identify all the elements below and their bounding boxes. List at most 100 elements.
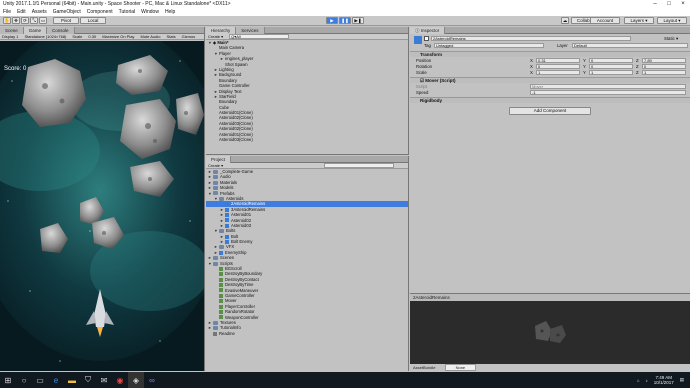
menu-file[interactable]: File: [0, 9, 14, 15]
menu-assets[interactable]: Assets: [29, 9, 50, 15]
step-button[interactable]: ▶❚: [352, 17, 364, 24]
hierarchy-item-label: Asteroid03(Clone): [219, 120, 253, 126]
account-button[interactable]: Account: [590, 17, 620, 24]
asteroid-remains-preview[interactable]: [410, 301, 690, 365]
volume-icon[interactable]: ♪: [645, 378, 647, 383]
tab-scene[interactable]: Scene: [0, 27, 24, 34]
hierarchy-item[interactable]: Asteroid03(Clone): [206, 137, 408, 142]
transform-rotation-z-field[interactable]: 0: [642, 64, 686, 69]
mover-header[interactable]: ☑ Mover (Script): [410, 77, 690, 83]
maximize-toggle[interactable]: Maximize On Play: [102, 34, 134, 39]
tab-services[interactable]: Services: [236, 27, 265, 34]
script-icon: [219, 315, 223, 320]
menu-edit[interactable]: Edit: [14, 9, 29, 15]
network-icon[interactable]: ⌂: [637, 378, 640, 383]
file-explorer-icon[interactable]: ▬: [64, 372, 80, 388]
project-search-input[interactable]: [324, 163, 394, 168]
store-icon[interactable]: ⛉: [80, 372, 96, 388]
scale-tool-icon[interactable]: ⤡: [30, 17, 38, 24]
speed-field[interactable]: -1: [530, 90, 686, 95]
visual-studio-icon[interactable]: ∞: [144, 372, 160, 388]
rect-tool-icon[interactable]: ▭: [39, 17, 47, 24]
folder-icon: [213, 186, 218, 191]
scale-label: Scale: [72, 34, 83, 39]
task-view-icon[interactable]: ▭: [32, 372, 48, 388]
hierarchy-create-button[interactable]: Create ▾: [208, 34, 223, 39]
project-create-button[interactable]: Create ▾: [208, 163, 223, 168]
minimize-icon[interactable]: –: [648, 0, 662, 8]
menu-tutorial[interactable]: Tutorial: [116, 9, 139, 15]
layer-dropdown[interactable]: Default: [572, 43, 688, 48]
transform-scale-z-field[interactable]: 1: [642, 70, 686, 75]
notification-icon[interactable]: ▤: [680, 377, 684, 383]
tab-console[interactable]: Console: [47, 27, 75, 34]
game-subbar: Display 1 Standalone (1024×768) Scale 0.…: [0, 34, 204, 40]
rotate-tool-icon[interactable]: ⟳: [21, 17, 29, 24]
hierarchy-search-input[interactable]: Q▾All: [229, 34, 290, 39]
transform-position-x-field[interactable]: 0.31: [536, 58, 580, 63]
tab-inspector[interactable]: ⓘ Inspector: [410, 27, 446, 34]
project-item-label: GameController: [225, 292, 255, 298]
gizmos-dropdown[interactable]: Gizmos: [182, 34, 196, 39]
account-label: Account: [596, 18, 614, 23]
axis-y-label: Y: [583, 64, 586, 69]
search-icon[interactable]: ○: [16, 372, 32, 388]
inspector-tab-label: Inspector: [420, 28, 440, 33]
rigidbody-header[interactable]: Rigidbody: [410, 97, 690, 103]
pivot-button[interactable]: Pivot: [53, 17, 79, 24]
transform-rotation-label: Rotation: [416, 64, 433, 69]
active-checkbox[interactable]: [424, 36, 429, 41]
project-item[interactable]: Readme: [206, 331, 408, 336]
unity-taskbar-icon[interactable]: ◈: [128, 372, 144, 388]
axis-y-label: Y: [583, 58, 586, 63]
menu-component[interactable]: Component: [84, 9, 116, 15]
scale-value[interactable]: 0.30: [88, 34, 96, 39]
transform-rotation-x-field[interactable]: 0: [536, 64, 580, 69]
object-name-field[interactable]: 2AsteroidRemains: [431, 36, 631, 41]
assetbundle-dropdown[interactable]: None: [444, 364, 477, 371]
play-button[interactable]: ▶: [326, 17, 338, 24]
move-tool-icon[interactable]: ✥: [12, 17, 20, 24]
mute-toggle[interactable]: Mute Audio: [140, 34, 160, 39]
script-icon: [219, 299, 223, 304]
tab-hierarchy[interactable]: Hierarchy: [206, 27, 237, 34]
game-viewport[interactable]: Score: 0: [0, 41, 204, 371]
layout-dropdown[interactable]: Layout ▾: [657, 17, 687, 24]
prefab-icon: [225, 239, 229, 244]
maximize-icon[interactable]: □: [662, 0, 676, 8]
local-button[interactable]: Local: [80, 17, 106, 24]
transform-rotation-y-field[interactable]: 0: [589, 64, 633, 69]
display-dropdown[interactable]: Display 1: [2, 34, 18, 39]
transform-header[interactable]: Transform: [410, 51, 690, 57]
tab-project[interactable]: Project: [206, 156, 232, 163]
pause-button[interactable]: ❚❚: [339, 17, 351, 24]
aspect-dropdown[interactable]: Standalone (1024×768): [24, 34, 66, 39]
mail-icon[interactable]: ✉: [96, 372, 112, 388]
edge-browser-icon[interactable]: e: [48, 372, 64, 388]
close-icon[interactable]: ×: [676, 0, 690, 8]
menu-window[interactable]: Window: [138, 9, 162, 15]
add-component-button[interactable]: Add Component: [509, 107, 591, 115]
menu-help[interactable]: Help: [162, 9, 178, 15]
inspector-panel: ⓘ Inspector 2AsteroidRemains Static ▾ Ta…: [410, 27, 690, 293]
window-titlebar: Unity 2017.1.1f1 Personal (64bit) - Main…: [0, 0, 690, 8]
windows-start-icon[interactable]: ⊞: [0, 372, 16, 388]
chrome-icon[interactable]: ◉: [112, 372, 128, 388]
menu-gameobject[interactable]: GameObject: [50, 9, 84, 15]
static-dropdown[interactable]: Static ▾: [664, 36, 678, 41]
stats-toggle[interactable]: Stats: [166, 34, 175, 39]
script-icon: [219, 266, 223, 271]
project-item-label: EvasiveManeuver: [225, 287, 259, 293]
hand-tool-icon[interactable]: ✋: [3, 17, 11, 24]
transform-scale-y-field[interactable]: 1: [589, 70, 633, 75]
clock[interactable]: 7:49 AM 10/1/2017: [654, 375, 674, 385]
script-field[interactable]: Mover: [530, 84, 686, 89]
tag-dropdown[interactable]: Untagged: [434, 43, 544, 48]
transform-position-y-field[interactable]: 0: [589, 58, 633, 63]
transform-position-z-field[interactable]: 7.89: [642, 58, 686, 63]
tab-game[interactable]: Game: [23, 27, 48, 34]
transform-scale-x-field[interactable]: 1: [536, 70, 580, 75]
layers-dropdown[interactable]: Layers ▾: [624, 17, 654, 24]
project-item-label: DestroyByContact: [225, 276, 259, 282]
cloud-icon[interactable]: ☁: [561, 17, 569, 24]
